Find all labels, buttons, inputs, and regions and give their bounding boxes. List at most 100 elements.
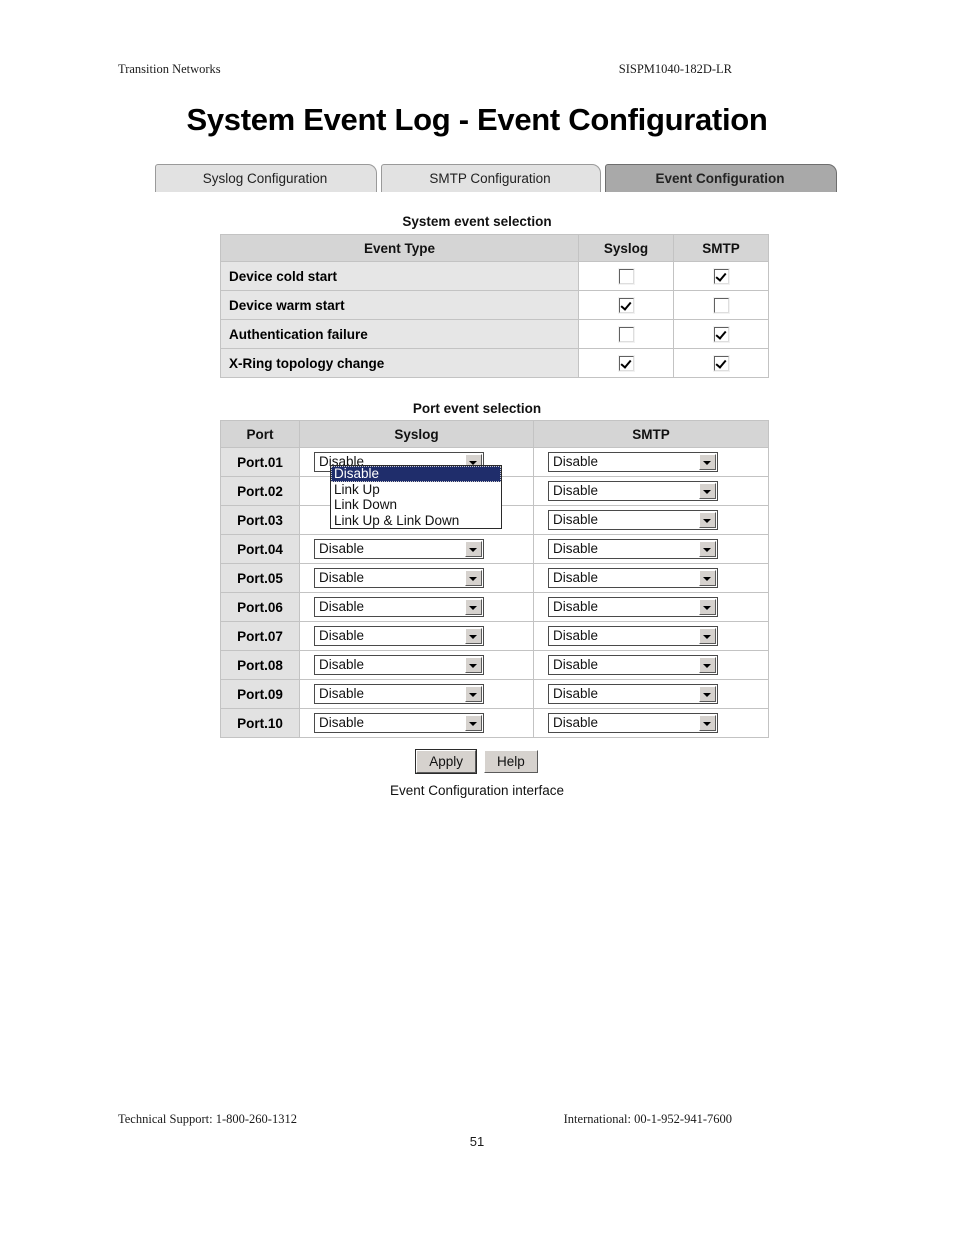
chevron-down-icon[interactable] [465,715,482,731]
syslog-checkbox-cell[interactable] [578,348,674,378]
chevron-down-icon[interactable] [465,657,482,673]
table-row: Authentication failure [220,319,769,349]
syslog-select[interactable]: Disable [314,684,484,704]
smtp-checkbox-cell[interactable] [673,261,769,291]
checkbox-unchecked-icon[interactable] [713,297,729,313]
port-label: Port.08 [220,650,300,680]
dropdown-option-link-down[interactable]: Link Down [331,497,501,513]
select-value: Disable [553,512,599,527]
chevron-down-icon[interactable] [699,483,716,499]
chevron-down-icon[interactable] [699,686,716,702]
dropdown-option-disable[interactable]: Disable [331,466,501,482]
apply-button[interactable]: Apply [416,750,476,773]
chevron-down-icon[interactable] [699,454,716,470]
dropdown-option-link-up-link-down[interactable]: Link Up & Link Down [331,513,501,529]
chevron-down-icon[interactable] [465,541,482,557]
checkbox-unchecked-icon[interactable] [618,326,634,342]
port-label: Port.01 [220,447,300,477]
help-button[interactable]: Help [484,750,538,773]
syslog-select[interactable]: Disable [314,655,484,675]
syslog-select-cell: Disable [299,621,534,651]
interface-caption: Event Configuration interface [389,783,565,798]
checkbox-checked-icon[interactable] [713,326,729,342]
smtp-select[interactable]: Disable [548,539,718,559]
smtp-select[interactable]: Disable [548,655,718,675]
select-value: Disable [553,715,599,730]
table-header-row: Event Type Syslog SMTP [220,234,769,262]
chevron-down-icon[interactable] [465,599,482,615]
table-row: Port.10 Disable Disable [220,708,769,738]
table-row: Device cold start [220,261,769,291]
tab-event-configuration[interactable]: Event Configuration [605,164,837,192]
select-value: Disable [319,570,365,585]
table-row: Port.05 Disable Disable [220,563,769,593]
port-label: Port.07 [220,621,300,651]
syslog-checkbox-cell[interactable] [578,290,674,320]
syslog-select[interactable]: Disable [314,713,484,733]
smtp-select[interactable]: Disable [548,510,718,530]
chevron-down-icon[interactable] [699,657,716,673]
select-value: Disable [319,686,365,701]
select-value: Disable [319,599,365,614]
port-label: Port.06 [220,592,300,622]
smtp-select[interactable]: Disable [548,626,718,646]
table-row: Port.06 Disable Disable [220,592,769,622]
select-value: Disable [553,483,599,498]
smtp-select-cell: Disable [533,708,769,738]
checkbox-checked-icon[interactable] [713,268,729,284]
select-value: Disable [553,570,599,585]
smtp-checkbox-cell[interactable] [673,348,769,378]
column-header-syslog: Syslog [578,234,674,262]
syslog-select-cell: Disable [299,592,534,622]
smtp-select[interactable]: Disable [548,684,718,704]
chevron-down-icon[interactable] [699,512,716,528]
chevron-down-icon[interactable] [465,570,482,586]
checkbox-checked-icon[interactable] [618,355,634,371]
document-header-right: SISPM1040-182D-LR [618,62,732,76]
tab-syslog-configuration[interactable]: Syslog Configuration [155,164,377,192]
syslog-select[interactable]: Disable [314,597,484,617]
table-row: Port.07 Disable Disable [220,621,769,651]
syslog-checkbox-cell[interactable] [578,319,674,349]
tab-smtp-configuration[interactable]: SMTP Configuration [381,164,601,192]
table-row: Port.04 Disable Disable [220,534,769,564]
table-row: Device warm start [220,290,769,320]
smtp-select[interactable]: Disable [548,597,718,617]
chevron-down-icon[interactable] [699,541,716,557]
chevron-down-icon[interactable] [699,715,716,731]
event-type-label: X-Ring topology change [220,348,579,378]
chevron-down-icon[interactable] [699,570,716,586]
chevron-down-icon[interactable] [699,599,716,615]
smtp-select[interactable]: Disable [548,481,718,501]
smtp-checkbox-cell[interactable] [673,319,769,349]
table-row: Port.09 Disable Disable [220,679,769,709]
syslog-dropdown-options-list[interactable]: Disable Link Up Link Down Link Up & Link… [330,465,502,529]
checkbox-unchecked-icon[interactable] [618,268,634,284]
select-value: Disable [319,715,365,730]
smtp-checkbox-cell[interactable] [673,290,769,320]
syslog-checkbox-cell[interactable] [578,261,674,291]
port-label: Port.10 [220,708,300,738]
chevron-down-icon[interactable] [465,686,482,702]
event-type-label: Device cold start [220,261,579,291]
smtp-select-cell: Disable [533,534,769,564]
dropdown-option-link-up[interactable]: Link Up [331,482,501,498]
smtp-select-cell: Disable [533,679,769,709]
syslog-select[interactable]: Disable [314,539,484,559]
table-row: Port.08 Disable Disable [220,650,769,680]
button-row: Apply Help [0,750,954,773]
document-header-left: Transition Networks [118,62,221,76]
chevron-down-icon[interactable] [465,628,482,644]
smtp-select[interactable]: Disable [548,713,718,733]
syslog-select[interactable]: Disable [314,568,484,588]
column-header-syslog: Syslog [299,420,534,448]
smtp-select[interactable]: Disable [548,452,718,472]
syslog-select-cell: Disable [299,650,534,680]
syslog-select-cell: Disable [299,708,534,738]
smtp-select[interactable]: Disable [548,568,718,588]
checkbox-checked-icon[interactable] [618,297,634,313]
chevron-down-icon[interactable] [699,628,716,644]
checkbox-checked-icon[interactable] [713,355,729,371]
tab-label: SMTP Configuration [429,171,551,186]
syslog-select[interactable]: Disable [314,626,484,646]
